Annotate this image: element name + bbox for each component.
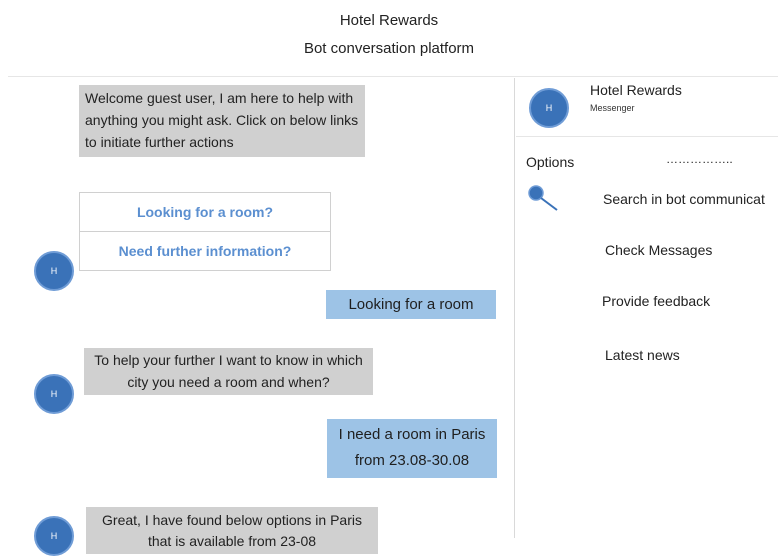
user-message: I need a room in Paris from 23.08-30.08 — [327, 419, 497, 478]
menu-item-provide-feedback[interactable]: Provide feedback — [602, 293, 710, 309]
quick-reply-looking-for-room[interactable]: Looking for a room? — [80, 193, 330, 231]
bot-avatar: H — [34, 516, 74, 556]
bot-message-line: that is available from 23-08 — [147, 533, 317, 549]
quick-replies: Looking for a room? Need further informa… — [79, 192, 331, 271]
bot-message: To help your further I want to know in w… — [84, 348, 373, 395]
avatar-letter: H — [50, 531, 58, 541]
bot-message-text: To help your further I want to know in w… — [94, 352, 363, 390]
bot-message: Welcome guest user, I am here to help wi… — [79, 85, 365, 157]
bot-avatar: H — [529, 88, 569, 128]
quick-reply-further-information[interactable]: Need further information? — [80, 231, 330, 270]
bot-avatar: H — [34, 374, 74, 414]
options-dots: …………….. — [666, 152, 733, 166]
avatar-letter: H — [50, 266, 58, 276]
menu-item-search[interactable]: Search in bot communicat — [603, 191, 765, 207]
sidebar-divider — [516, 136, 778, 137]
page-subtitle: Bot conversation platform — [303, 40, 475, 57]
user-message-text: Looking for a room — [348, 296, 474, 313]
search-icon[interactable] — [527, 184, 561, 214]
menu-item-check-messages[interactable]: Check Messages — [605, 242, 712, 258]
header-divider — [8, 76, 778, 77]
bot-message: Great, I have found below options in Par… — [86, 507, 378, 554]
options-label: Options — [526, 154, 575, 170]
bot-channel: Messenger — [590, 103, 635, 113]
menu-item-latest-news[interactable]: Latest news — [605, 347, 680, 363]
user-message-line: from 23.08-30.08 — [354, 452, 470, 469]
bot-message-text: Welcome guest user, I am here to help wi… — [85, 90, 359, 150]
user-message: Looking for a room — [326, 290, 496, 319]
avatar-letter: H — [545, 103, 553, 113]
page-title: Hotel Rewards — [339, 12, 439, 29]
avatar-letter: H — [50, 389, 58, 399]
bot-avatar: H — [34, 251, 74, 291]
bot-name: Hotel Rewards — [590, 82, 682, 98]
user-message-line: I need a room in Paris — [338, 426, 486, 443]
pane-divider — [514, 78, 515, 538]
bot-message-line: Great, I have found below options in Par… — [102, 512, 362, 528]
